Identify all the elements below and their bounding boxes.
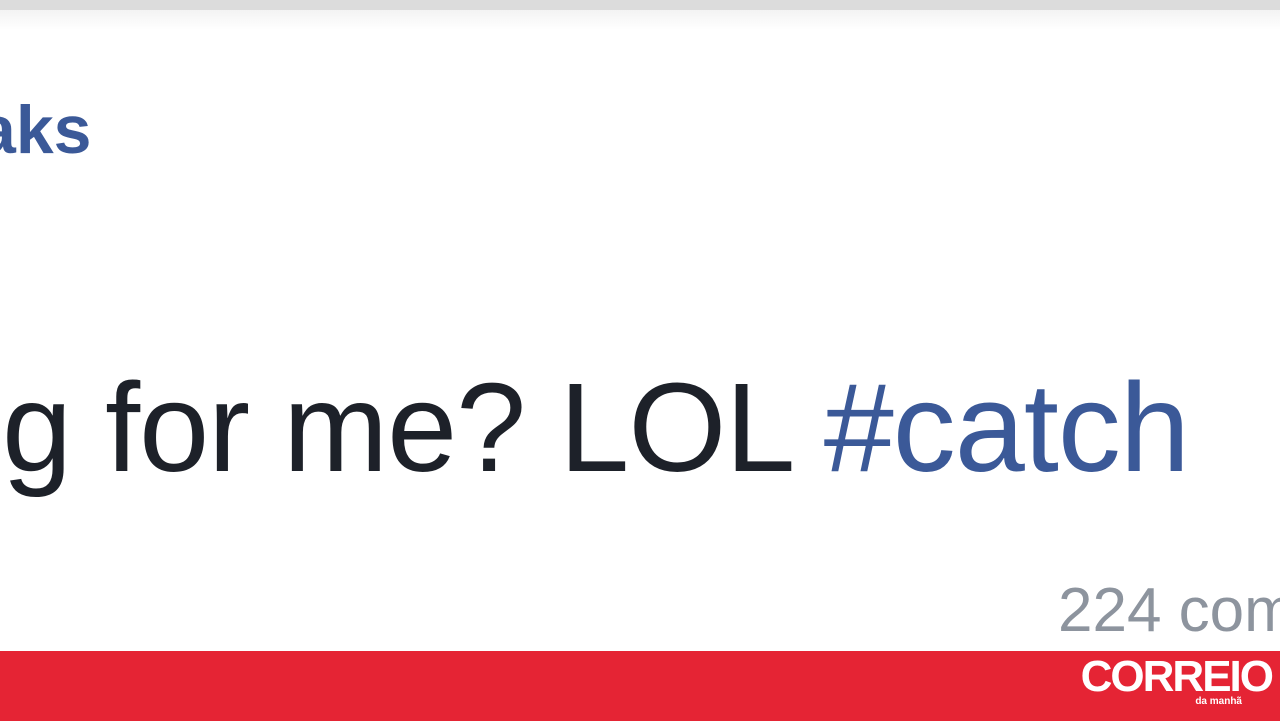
post-message: g for me? LOL #catch xyxy=(2,365,1190,491)
post-hashtag-link[interactable]: #catch xyxy=(824,357,1190,498)
post-author-name[interactable]: aks xyxy=(0,96,91,164)
comment-count-link[interactable]: 224 com xyxy=(1058,580,1280,642)
correio-da-manha-logo: CORREIO da manhã xyxy=(1080,652,1274,711)
top-border xyxy=(0,0,1280,10)
brand-footer-bar: CORREIO da manhã xyxy=(0,651,1280,721)
screenshot-stage: aks g for me? LOL #catch 224 com CORREIO… xyxy=(0,0,1280,721)
logo-subtitle: da manhã xyxy=(1195,696,1242,707)
top-border-shadow xyxy=(0,10,1280,30)
post-message-text: g for me? LOL xyxy=(2,357,824,498)
logo-wordmark: CORREIO xyxy=(1080,652,1274,701)
